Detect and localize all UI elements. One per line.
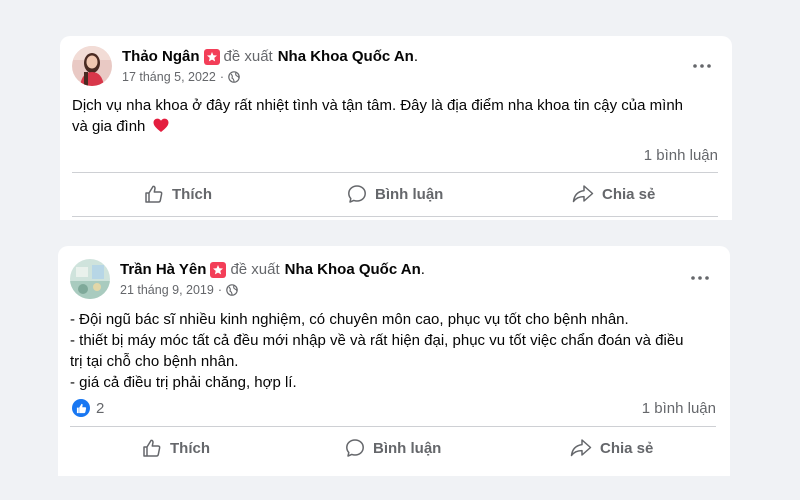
post-meta: 17 tháng 5, 2022 · <box>122 70 240 84</box>
share-arrow-icon <box>572 185 594 203</box>
recommend-verb: đề xuất <box>230 261 280 278</box>
page-name-link[interactable]: Nha Khoa Quốc An <box>278 48 414 65</box>
post-date[interactable]: 21 tháng 9, 2019 <box>120 283 214 297</box>
comment-bubble-icon <box>348 185 366 203</box>
comments-count[interactable]: 1 bình luận <box>642 400 716 417</box>
comment-bubble-icon <box>346 439 364 457</box>
heart-emoji-icon <box>153 118 169 132</box>
comments-count[interactable]: 1 bình luận <box>644 147 718 164</box>
recommend-badge-icon <box>210 261 227 278</box>
avatar[interactable] <box>72 46 112 86</box>
more-options-button[interactable] <box>688 56 716 76</box>
thumbs-up-icon <box>143 439 161 457</box>
more-dots-icon <box>693 64 711 68</box>
post-date[interactable]: 17 tháng 5, 2022 <box>122 70 216 84</box>
more-options-button[interactable] <box>686 268 714 288</box>
page-name-link[interactable]: Nha Khoa Quốc An <box>285 261 421 278</box>
post-text-line: và gia đình <box>72 118 146 135</box>
like-button[interactable]: Thích <box>142 438 210 458</box>
period: . <box>413 48 419 65</box>
recommend-badge-icon <box>203 48 220 65</box>
author-name[interactable]: Thảo Ngân <box>122 48 200 65</box>
more-dots-icon <box>691 276 709 280</box>
comment-button[interactable]: Bình luận <box>345 438 441 458</box>
like-reaction-icon <box>72 399 90 417</box>
post-text-line: trị tại chỗ cho bệnh nhân. <box>70 353 239 370</box>
post-text: - Đội ngũ bác sĩ nhiều kinh nghiệm, có c… <box>70 309 720 393</box>
share-button[interactable]: Chia sẻ <box>572 184 655 204</box>
author-line: Trần Hà Yên đề xuất Nha Khoa Quốc An. <box>120 261 425 278</box>
post-text-line: - giá cả điều trị phải chăng, hợp lí. <box>70 374 297 391</box>
globe-icon <box>228 71 240 83</box>
post-meta: 21 tháng 9, 2019 · <box>120 283 238 297</box>
author-name[interactable]: Trần Hà Yên <box>120 261 206 278</box>
divider <box>72 172 718 173</box>
reactions-count: 2 <box>96 399 105 417</box>
comment-label: Bình luận <box>373 439 442 457</box>
post-text-line: - Đội ngũ bác sĩ nhiều kinh nghiệm, có c… <box>70 311 629 328</box>
meta-separator: · <box>219 70 225 84</box>
author-line: Thảo Ngân đề xuất Nha Khoa Quốc An. <box>122 48 418 65</box>
share-label: Chia sẻ <box>602 185 656 203</box>
meta-separator: · <box>217 283 223 297</box>
post-text: Dịch vụ nha khoa ở đây rất nhiệt tình và… <box>72 95 722 137</box>
like-label: Thích <box>172 185 212 203</box>
post-text-line: - thiết bị máy móc tất cả đều mới nhập v… <box>70 332 684 349</box>
share-arrow-icon <box>570 439 592 457</box>
reactions-summary[interactable]: 2 <box>72 399 104 417</box>
thumbs-up-icon <box>145 185 163 203</box>
divider <box>70 426 716 427</box>
comment-button[interactable]: Bình luận <box>347 184 443 204</box>
like-button[interactable]: Thích <box>144 184 212 204</box>
divider <box>72 216 718 217</box>
post-text-line: Dịch vụ nha khoa ở đây rất nhiệt tình và… <box>72 97 684 114</box>
review-post-card: Trần Hà Yên đề xuất Nha Khoa Quốc An. 21… <box>58 246 730 476</box>
avatar[interactable] <box>70 259 110 299</box>
globe-icon <box>226 284 238 296</box>
recommend-verb: đề xuất <box>223 48 273 65</box>
review-post-card: Thảo Ngân đề xuất Nha Khoa Quốc An. 17 t… <box>60 36 732 220</box>
period: . <box>420 261 425 278</box>
comment-label: Bình luận <box>375 185 444 203</box>
like-label: Thích <box>170 439 210 457</box>
share-button[interactable]: Chia sẻ <box>570 438 653 458</box>
share-label: Chia sẻ <box>600 439 654 457</box>
